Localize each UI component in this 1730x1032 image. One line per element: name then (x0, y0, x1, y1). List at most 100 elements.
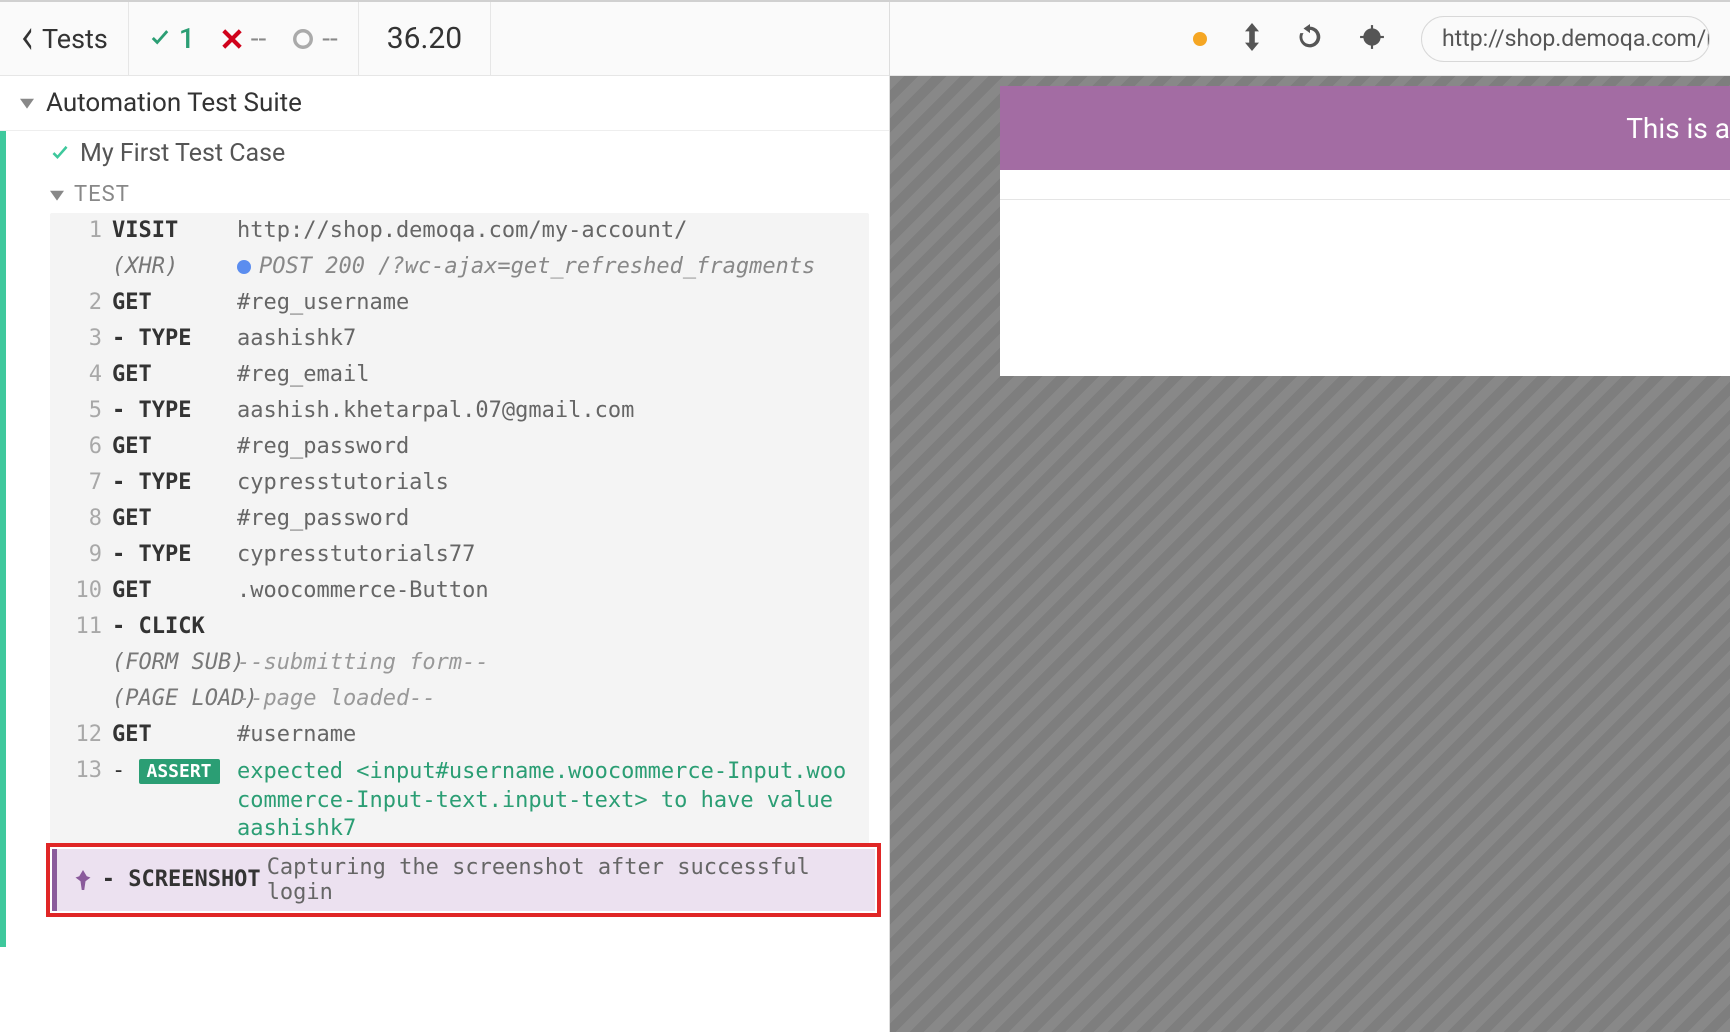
url-bar[interactable]: http://shop.demoqa.com/my-account/ (1421, 16, 1710, 62)
assert-badge: ASSERT (139, 759, 220, 784)
command-value: #reg_username (237, 288, 857, 315)
caret-down-icon (20, 96, 34, 110)
selector-playground-button[interactable] (1359, 24, 1385, 54)
command-name: - TYPE (102, 468, 237, 495)
command-row[interactable]: (FORM SUB)--submitting form-- (50, 645, 869, 681)
preview-page[interactable]: This is a (1000, 86, 1730, 376)
command-name: - ASSERT (102, 756, 237, 783)
pin-icon (69, 870, 98, 890)
command-row[interactable]: 13- ASSERTexpected <input#username.wooco… (50, 753, 869, 847)
command-name: GET (102, 576, 237, 603)
command-value: #username (237, 720, 857, 747)
command-value: aashish.khetarpal.07@gmail.com (237, 396, 857, 423)
fail-stat: -- (221, 22, 266, 55)
command-row[interactable]: 8GET#reg_password (50, 501, 869, 537)
command-row[interactable]: (XHR)POST 200 /?wc-ajax=get_refreshed_fr… (50, 249, 869, 285)
command-value: #reg_email (237, 360, 857, 387)
command-value: http://shop.demoqa.com/my-account/ (237, 216, 857, 243)
preview-toolbar: http://shop.demoqa.com/my-account/ (890, 2, 1730, 76)
command-number (62, 252, 102, 254)
command-name: - CLICK (102, 612, 237, 639)
status-dot-icon (1193, 32, 1207, 46)
command-row[interactable]: 12GET#username (50, 717, 869, 753)
command-number: 3 (62, 324, 102, 351)
screenshot-cmd-value: Capturing the screenshot after successfu… (261, 855, 863, 905)
command-name: (PAGE LOAD) (102, 684, 237, 711)
reload-button[interactable] (1297, 24, 1323, 54)
command-number (62, 648, 102, 650)
banner-text: This is a (1626, 112, 1730, 145)
command-row[interactable]: 4GET#reg_email (50, 357, 869, 393)
x-icon (221, 28, 243, 50)
command-number: 4 (62, 360, 102, 387)
command-name: (FORM SUB) (102, 648, 237, 675)
back-tests-button[interactable]: Tests (0, 2, 129, 75)
command-number: 12 (62, 720, 102, 747)
command-row[interactable]: 1VISIThttp://shop.demoqa.com/my-account/ (50, 213, 869, 249)
command-name: (XHR) (102, 252, 237, 279)
back-tests-label: Tests (42, 23, 108, 55)
command-number: 6 (62, 432, 102, 459)
command-name: - TYPE (102, 540, 237, 567)
command-number: 13 (62, 756, 102, 783)
screenshot-command-row[interactable]: - SCREENSHOT Capturing the screenshot af… (52, 849, 875, 911)
command-name: GET (102, 360, 237, 387)
command-value: .woocommerce-Button (237, 576, 857, 603)
testcase-title: My First Test Case (80, 139, 285, 168)
suite-header[interactable]: Automation Test Suite (0, 76, 889, 131)
banner: This is a (1000, 86, 1730, 170)
command-number: 10 (62, 576, 102, 603)
command-number: 7 (62, 468, 102, 495)
check-icon (50, 144, 70, 164)
command-value: aashishk7 (237, 324, 857, 351)
highlight-box: - SCREENSHOT Capturing the screenshot af… (46, 843, 881, 917)
command-name: GET (102, 432, 237, 459)
command-row[interactable]: 2GET#reg_username (50, 285, 869, 321)
pass-count: 1 (179, 22, 195, 55)
command-name: GET (102, 504, 237, 531)
test-section-toggle[interactable]: TEST (50, 176, 889, 213)
chevron-left-icon (20, 28, 34, 50)
command-row[interactable]: 5- TYPEaashish.khetarpal.07@gmail.com (50, 393, 869, 429)
command-number: 5 (62, 396, 102, 423)
skip-count: -- (322, 22, 337, 55)
suite-title: Automation Test Suite (46, 88, 302, 118)
command-name: GET (102, 720, 237, 747)
command-name: - TYPE (102, 324, 237, 351)
command-number: 8 (62, 504, 102, 531)
command-log: TEST 1VISIThttp://shop.demoqa.com/my-acc… (0, 176, 889, 947)
test-stats: 1 -- -- (129, 2, 359, 75)
elapsed-time: 36.20 (359, 2, 491, 75)
fail-count: -- (251, 22, 266, 55)
pass-stat: 1 (149, 22, 195, 55)
command-row[interactable]: (PAGE LOAD)--page loaded-- (50, 681, 869, 717)
top-toolbar: Tests 1 -- -- 36.20 (0, 2, 889, 76)
screenshot-cmd-name: - SCREENSHOT (98, 867, 261, 892)
skip-stat: -- (292, 22, 337, 55)
command-value (237, 612, 857, 614)
caret-down-icon (50, 188, 64, 202)
command-number: 11 (62, 612, 102, 639)
command-row[interactable]: 11- CLICK (50, 609, 869, 645)
command-name: - TYPE (102, 396, 237, 423)
resize-icon[interactable] (1243, 23, 1261, 55)
check-icon (149, 28, 171, 50)
command-number: 2 (62, 288, 102, 315)
command-row[interactable]: 10GET.woocommerce-Button (50, 573, 869, 609)
testcase-header[interactable]: My First Test Case (0, 131, 889, 176)
command-row[interactable]: 9- TYPEcypresstutorials77 (50, 537, 869, 573)
command-row[interactable]: 6GET#reg_password (50, 429, 869, 465)
command-name: GET (102, 288, 237, 315)
app-preview: This is a (890, 76, 1730, 1032)
command-number: 9 (62, 540, 102, 567)
command-row[interactable]: 3- TYPEaashishk7 (50, 321, 869, 357)
command-value: cypresstutorials (237, 468, 857, 495)
command-value: cypresstutorials77 (237, 540, 857, 567)
command-row[interactable]: 7- TYPEcypresstutorials (50, 465, 869, 501)
command-value: #reg_password (237, 504, 857, 531)
command-value: #reg_password (237, 432, 857, 459)
command-number: 1 (62, 216, 102, 243)
command-value: --submitting form-- (237, 648, 857, 675)
command-value: POST 200 /?wc-ajax=get_refreshed_fragmen… (237, 252, 857, 279)
command-value: --page loaded-- (237, 684, 857, 711)
